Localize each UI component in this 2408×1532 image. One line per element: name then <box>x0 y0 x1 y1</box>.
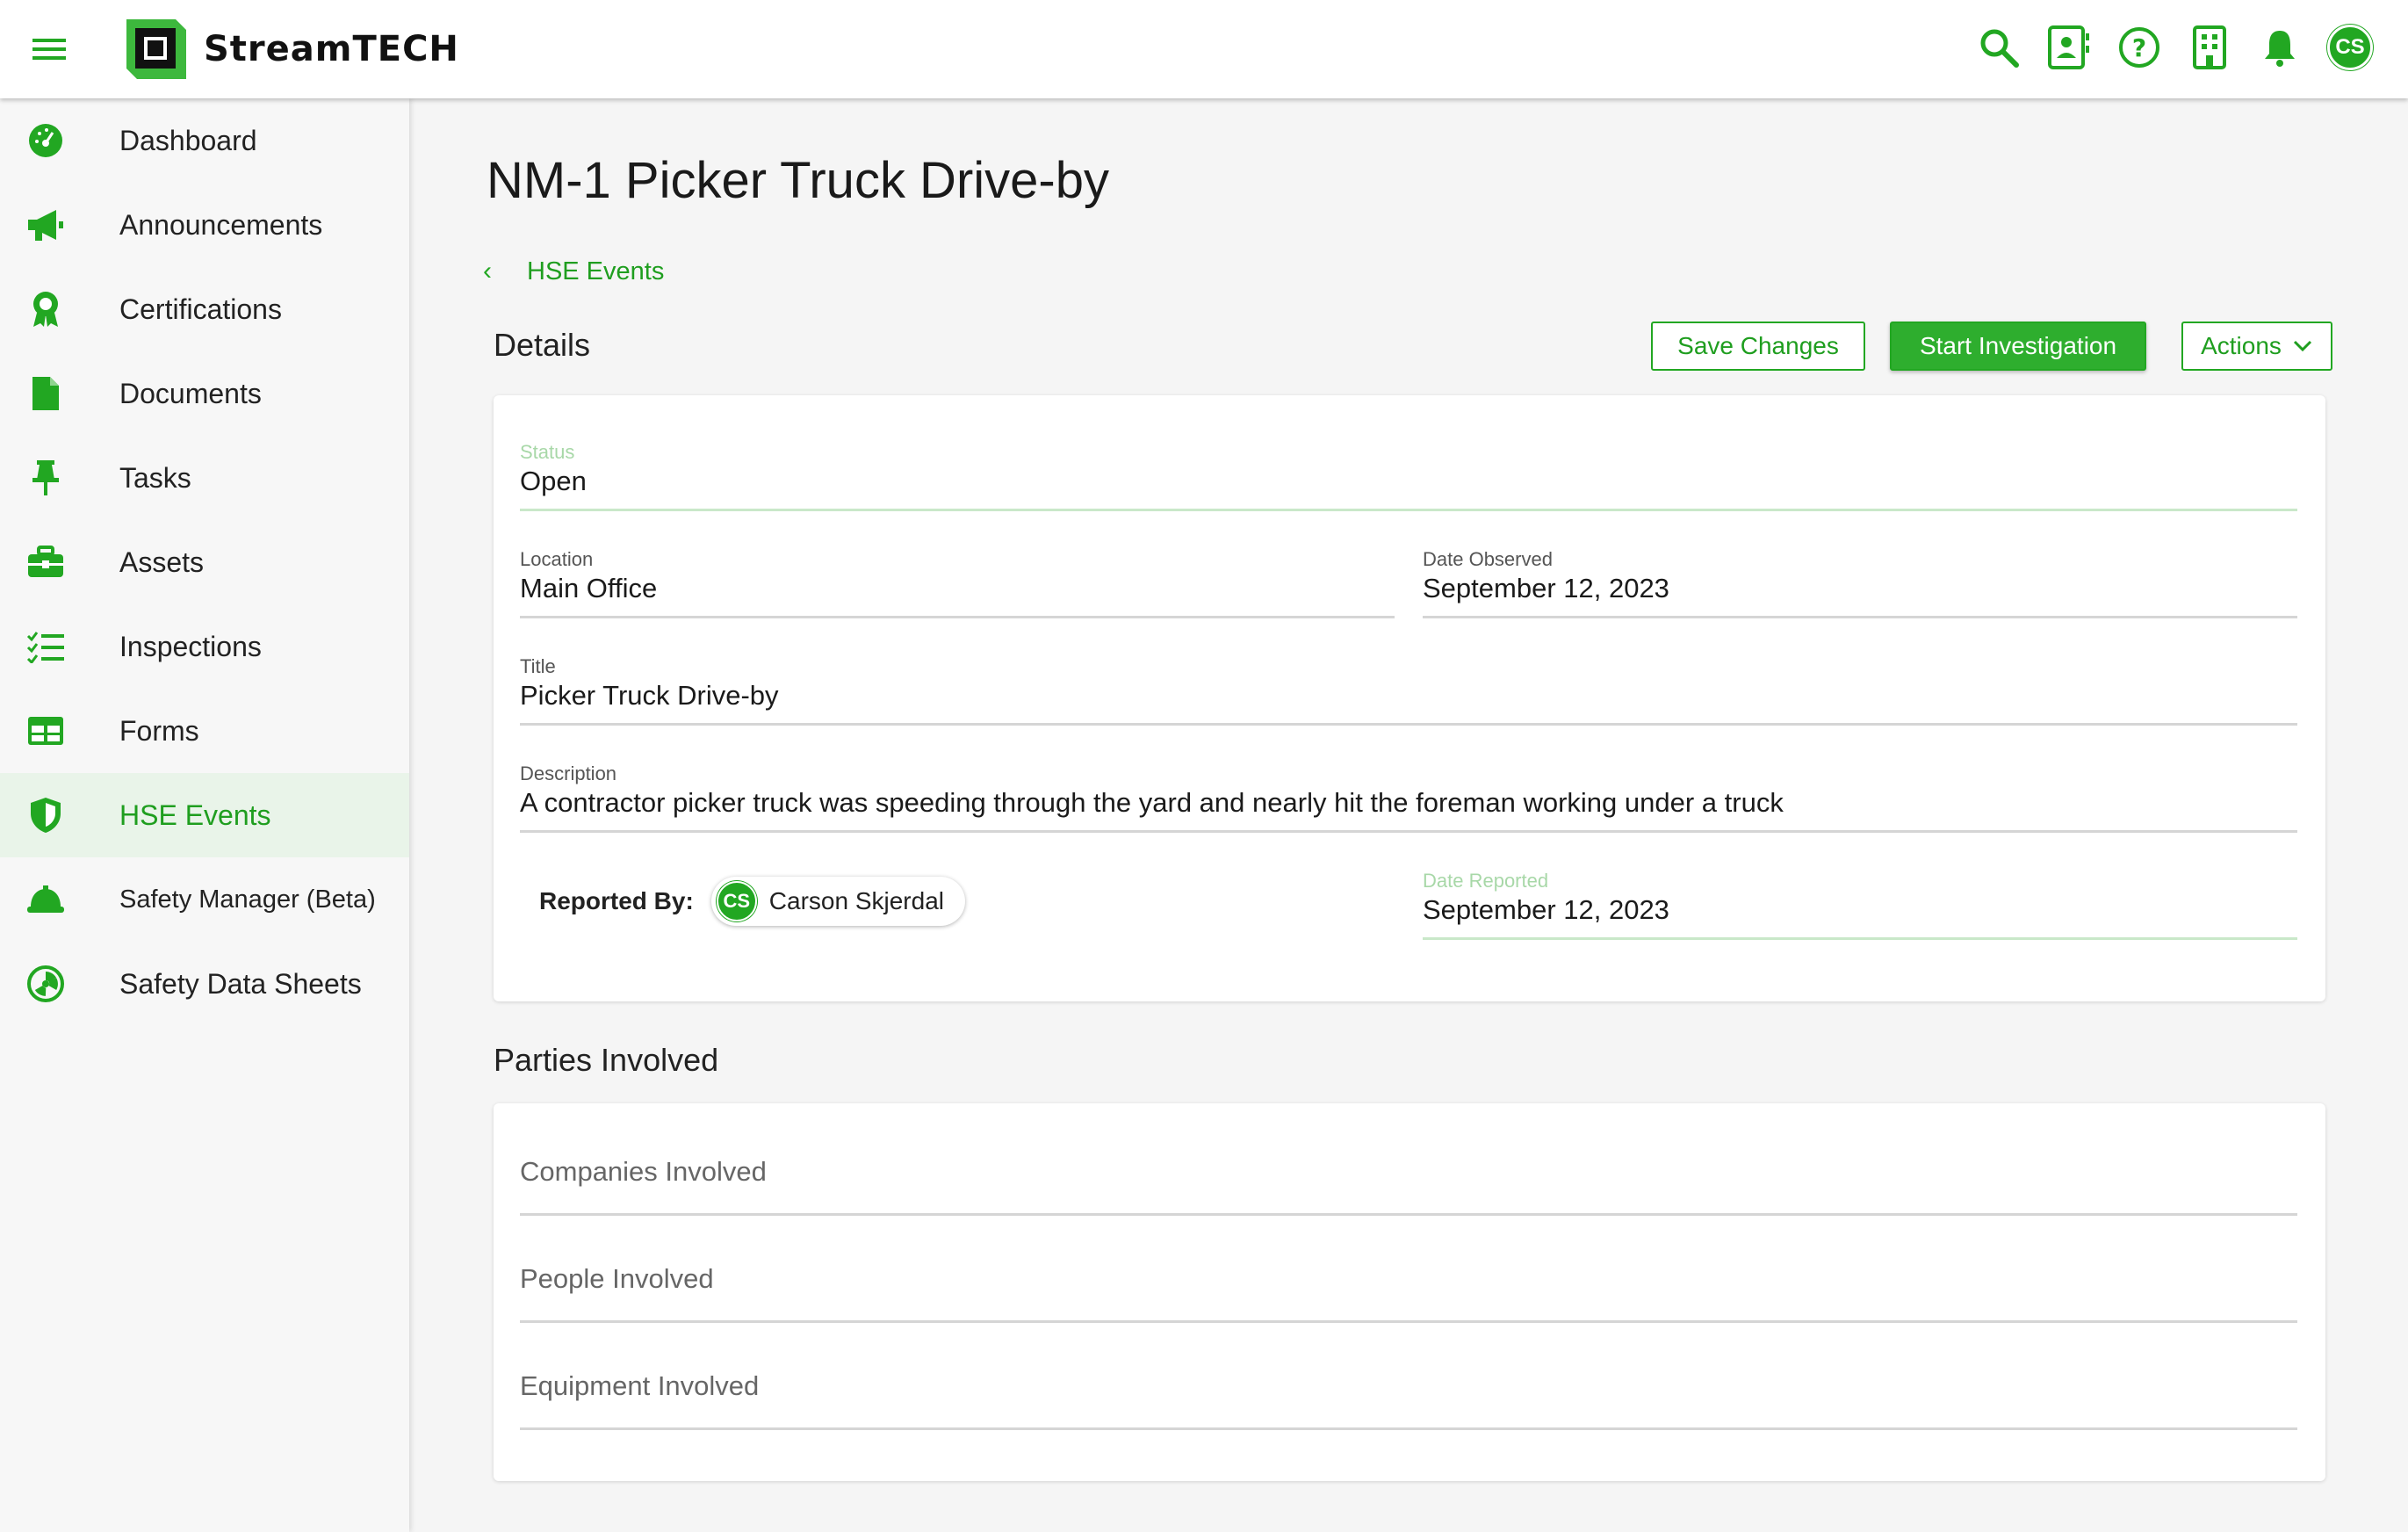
sidebar-item-tasks[interactable]: Tasks <box>0 436 409 520</box>
sidebar-item-certifications[interactable]: Certifications <box>0 267 409 351</box>
search-icon[interactable] <box>1976 21 2022 74</box>
sidebar-item-safety-manager[interactable]: Safety Manager (Beta) <box>0 857 409 942</box>
parties-card: Companies Involved People Involved Equip… <box>494 1103 2325 1481</box>
page-title: NM-1 Picker Truck Drive-by <box>487 152 1109 209</box>
sidebar-item-label: Documents <box>119 377 262 409</box>
toolbox-icon <box>25 541 67 583</box>
equipment-involved-field[interactable]: Equipment Involved <box>520 1353 2297 1430</box>
streamtech-logo[interactable]: StreamTECH <box>123 14 459 84</box>
reporter-name: Carson Skjerdal <box>768 887 944 914</box>
companies-involved-placeholder: Companies Involved <box>520 1156 767 1187</box>
sidebar-item-label: Forms <box>119 714 199 747</box>
companies-involved-field[interactable]: Companies Involved <box>520 1138 2297 1216</box>
description-value: A contractor picker truck was speeding t… <box>520 787 1784 818</box>
details-card: Status Open Location Main Office Date Ob… <box>494 395 2325 1001</box>
chevron-left-icon: ‹ <box>483 257 492 285</box>
date-observed-label: Date Observed <box>1423 548 1553 570</box>
table-icon <box>25 710 67 752</box>
sidebar-nav: Dashboard Announcements Certifications D… <box>0 98 409 1532</box>
people-involved-field[interactable]: People Involved <box>520 1246 2297 1323</box>
contact-card-icon[interactable] <box>2046 21 2092 74</box>
sidebar-item-label: Tasks <box>119 461 191 494</box>
sidebar-item-label: HSE Events <box>119 799 271 831</box>
date-reported-label: Date Reported <box>1423 870 1549 892</box>
dashboard-icon <box>25 119 67 162</box>
location-label: Location <box>520 548 594 570</box>
logo-mark-icon <box>126 19 186 79</box>
sidebar-item-label: Certifications <box>119 293 282 325</box>
sidebar-item-documents[interactable]: Documents <box>0 351 409 436</box>
description-field[interactable]: Description A contractor picker truck wa… <box>520 762 2297 833</box>
actions-label: Actions <box>2201 332 2282 359</box>
help-icon[interactable]: ? <box>2116 21 2162 74</box>
people-involved-placeholder: People Involved <box>520 1263 714 1294</box>
sidebar-item-hse-events[interactable]: HSE Events <box>0 773 409 857</box>
status-label: Status <box>520 441 575 463</box>
reported-by: Reported By: CS Carson Skjerdal <box>539 877 965 926</box>
location-field[interactable]: Location Main Office <box>520 548 1395 618</box>
title-field[interactable]: Title Picker Truck Drive-by <box>520 655 2297 726</box>
hazard-icon <box>25 963 67 1005</box>
title-value: Picker Truck Drive-by <box>520 680 779 711</box>
date-observed-value: September 12, 2023 <box>1423 573 1669 603</box>
building-icon[interactable] <box>2187 21 2232 74</box>
sidebar-item-dashboard[interactable]: Dashboard <box>0 98 409 183</box>
user-avatar[interactable]: CS <box>2327 25 2373 70</box>
breadcrumb-link[interactable]: HSE Events <box>527 257 664 286</box>
sidebar-item-label: Safety Data Sheets <box>119 967 362 1000</box>
details-heading: Details <box>494 327 591 363</box>
sidebar-item-label: Safety Manager (Beta) <box>119 885 376 914</box>
location-value: Main Office <box>520 573 658 603</box>
status-value: Open <box>520 466 587 496</box>
reported-by-label: Reported By: <box>539 887 694 914</box>
sidebar-item-forms[interactable]: Forms <box>0 689 409 773</box>
breadcrumb[interactable]: ‹ HSE Events <box>483 257 664 286</box>
save-changes-button[interactable]: Save Changes <box>1651 322 1865 371</box>
top-app-bar: StreamTECH ? CS <box>0 0 2408 98</box>
hamburger-menu-icon[interactable] <box>26 26 72 72</box>
reporter-avatar: CS <box>716 881 757 921</box>
pin-icon <box>25 457 67 499</box>
date-reported-value: September 12, 2023 <box>1423 894 1669 925</box>
sidebar-item-label: Assets <box>119 546 205 578</box>
equipment-involved-placeholder: Equipment Involved <box>520 1370 760 1401</box>
description-label: Description <box>520 762 617 784</box>
shield-icon <box>25 794 67 836</box>
sidebar-item-announcements[interactable]: Announcements <box>0 183 409 267</box>
svg-text:?: ? <box>2132 33 2146 62</box>
parties-heading: Parties Involved <box>494 1042 719 1078</box>
actions-dropdown-button[interactable]: Actions <box>2181 322 2332 371</box>
document-icon <box>25 372 67 415</box>
start-investigation-button[interactable]: Start Investigation <box>1890 322 2146 371</box>
sidebar-item-inspections[interactable]: Inspections <box>0 604 409 689</box>
title-label: Title <box>520 655 556 677</box>
sidebar-item-label: Announcements <box>119 208 323 241</box>
chevron-down-icon <box>2293 340 2311 352</box>
sidebar-item-label: Dashboard <box>119 124 257 156</box>
bell-icon[interactable] <box>2257 21 2303 74</box>
megaphone-icon <box>25 204 67 246</box>
sidebar-item-label: Inspections <box>119 630 262 662</box>
brand-name: StreamTECH <box>204 29 459 69</box>
checklist-icon <box>25 625 67 668</box>
reporter-chip[interactable]: CS Carson Skjerdal <box>710 877 965 926</box>
hardhat-icon <box>25 878 67 921</box>
status-field[interactable]: Status Open <box>520 441 2297 511</box>
date-observed-field[interactable]: Date Observed September 12, 2023 <box>1423 548 2297 618</box>
sidebar-item-safety-data-sheets[interactable]: Safety Data Sheets <box>0 942 409 1026</box>
sidebar-item-assets[interactable]: Assets <box>0 520 409 604</box>
certificate-icon <box>25 288 67 330</box>
date-reported-field[interactable]: Date Reported September 12, 2023 <box>1423 870 2297 940</box>
main-content: NM-1 Picker Truck Drive-by ‹ HSE Events … <box>409 98 2408 1532</box>
